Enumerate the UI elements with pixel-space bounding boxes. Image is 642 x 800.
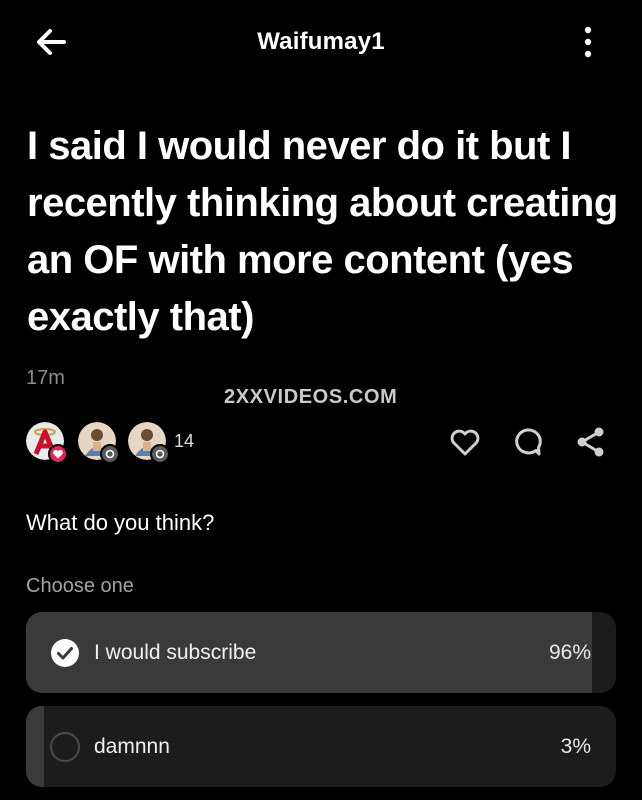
share-icon[interactable] xyxy=(574,426,608,458)
poll-option-bar xyxy=(26,706,44,787)
top-bar: Waifumay1 xyxy=(0,0,642,86)
profile-username[interactable]: Waifumay1 xyxy=(0,28,642,56)
poll-instruction: Choose one xyxy=(26,575,134,597)
check-circle-icon xyxy=(50,638,80,668)
poll-option-percent: 3% xyxy=(560,735,591,758)
post-timestamp: 17m xyxy=(26,367,65,389)
poll-option-label: I would subscribe xyxy=(94,641,257,664)
comment-badge-icon xyxy=(150,444,170,464)
poll-option[interactable]: damnnn 3% xyxy=(26,706,616,787)
radio-circle-icon xyxy=(50,732,80,762)
heart-badge-icon xyxy=(48,444,68,464)
avatar[interactable] xyxy=(78,422,120,464)
reaction-count[interactable]: 14 xyxy=(174,431,194,452)
avatar[interactable] xyxy=(128,422,170,464)
post-title: I said I would never do it but I recentl… xyxy=(27,124,618,339)
poll-option[interactable]: I would subscribe 96% xyxy=(26,612,616,693)
avatar[interactable] xyxy=(26,422,68,464)
more-vertical-icon[interactable] xyxy=(576,24,600,60)
comment-icon[interactable] xyxy=(510,426,544,458)
heart-icon[interactable] xyxy=(448,426,482,458)
poll-option-percent: 96% xyxy=(548,641,591,664)
comment-badge-icon xyxy=(100,444,120,464)
poll-question: What do you think? xyxy=(26,510,215,535)
poll-option-label: damnnn xyxy=(94,735,170,758)
watermark-text: 2XXVIDEOS.COM xyxy=(224,386,398,408)
